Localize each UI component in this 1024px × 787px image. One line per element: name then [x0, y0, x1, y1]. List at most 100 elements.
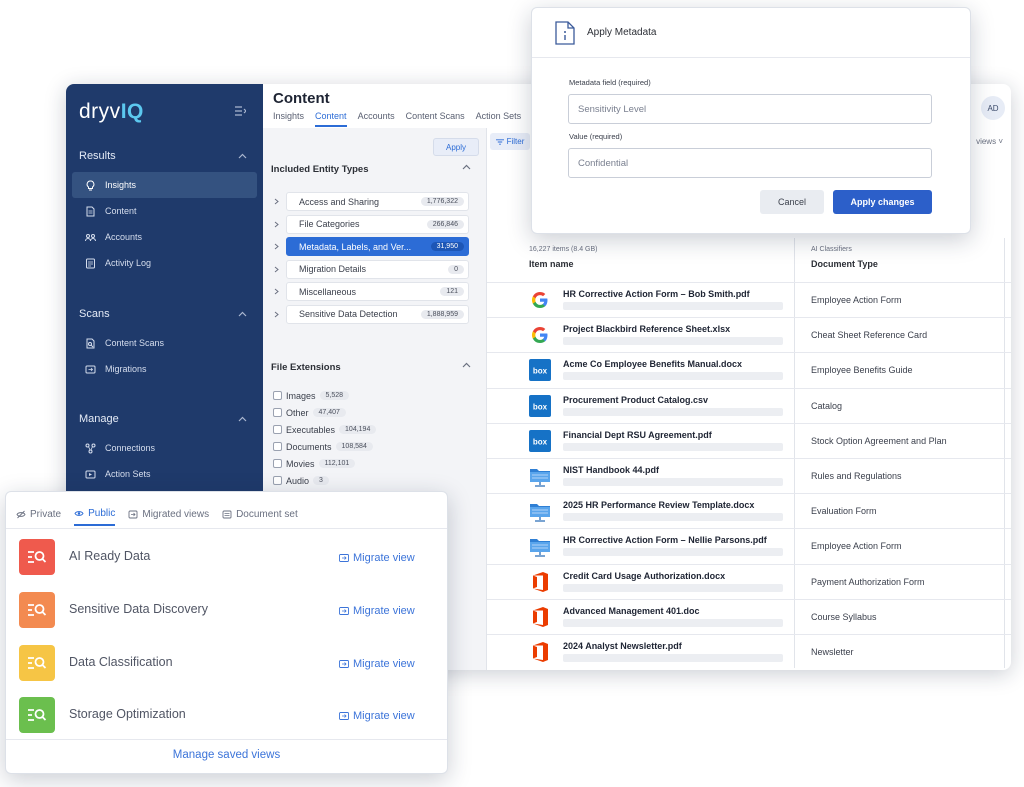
chevron-right-icon[interactable]: [273, 198, 280, 205]
apply-changes-button[interactable]: Apply changes: [833, 190, 932, 214]
chevron-right-icon[interactable]: [273, 243, 280, 250]
chevron-right-icon[interactable]: [273, 288, 280, 295]
table-row[interactable]: box Procurement Product Catalog.csv Catalo…: [487, 387, 1011, 423]
sidebar-item-activity-log[interactable]: Activity Log: [72, 250, 257, 276]
nav-section-heading[interactable]: Scans: [66, 304, 263, 324]
file-extension-row[interactable]: Documents 108,584: [273, 439, 373, 454]
migrate-view-link[interactable]: Migrate view: [339, 605, 415, 617]
checkbox[interactable]: [273, 442, 282, 451]
migrate-view-link[interactable]: Migrate view: [339, 552, 415, 564]
table-row[interactable]: box Financial Dept RSU Agreement.pdf Stock…: [487, 422, 1011, 458]
table-row[interactable]: box Acme Co Employee Benefits Manual.docx…: [487, 352, 1011, 387]
saved-view-row[interactable]: Data Classification Migrate view: [6, 645, 447, 698]
lightbulb-icon: [86, 179, 95, 190]
entity-type-pill[interactable]: Metadata, Labels, and Ver... 31,950: [286, 237, 469, 256]
migrate-view-link[interactable]: Migrate view: [339, 710, 415, 722]
file-name[interactable]: 2025 HR Performance Review Template.docx: [563, 500, 754, 510]
file-name[interactable]: NIST Handbook 44.pdf: [563, 465, 659, 475]
checkbox[interactable]: [273, 425, 282, 434]
tab-content-scans[interactable]: Content Scans: [406, 111, 465, 127]
table-row[interactable]: HR Corrective Action Form – Nellie Parso…: [487, 528, 1011, 563]
views-dropdown[interactable]: views ˅: [976, 137, 1003, 146]
entity-type-row[interactable]: Access and Sharing 1,776,322: [273, 192, 469, 211]
entity-type-row[interactable]: Migration Details 0: [273, 259, 469, 279]
file-name[interactable]: Procurement Product Catalog.csv: [563, 395, 708, 405]
document-type-column-header[interactable]: Document Type: [811, 259, 878, 269]
file-name[interactable]: Acme Co Employee Benefits Manual.docx: [563, 359, 742, 369]
saved-view-name[interactable]: Storage Optimization: [69, 707, 186, 721]
entity-type-pill[interactable]: Miscellaneous 121: [286, 282, 469, 301]
dryviq-logo[interactable]: dryvIQ: [79, 100, 144, 124]
saved-view-name[interactable]: Data Classification: [69, 655, 173, 669]
checkbox[interactable]: [273, 459, 282, 468]
chevron-right-icon[interactable]: [273, 311, 280, 318]
sidebar-item-action-sets[interactable]: Action Sets: [72, 461, 257, 487]
migrate-view-link[interactable]: Migrate view: [339, 658, 415, 670]
table-row[interactable]: HR Corrective Action Form – Bob Smith.pd…: [487, 282, 1011, 317]
entity-type-row[interactable]: File Categories 266,846: [273, 214, 469, 234]
entity-types-heading[interactable]: Included Entity Types: [271, 164, 471, 175]
file-extension-row[interactable]: Executables 104,194: [273, 422, 377, 437]
filter-button[interactable]: Filter: [490, 133, 530, 150]
file-extensions-heading[interactable]: File Extensions: [271, 362, 471, 373]
collapse-sidebar-icon[interactable]: [234, 106, 246, 116]
entity-type-pill[interactable]: File Categories 266,846: [286, 214, 469, 234]
table-row[interactable]: Credit Card Usage Authorization.docx Paym…: [487, 563, 1011, 599]
checkbox[interactable]: [273, 391, 282, 400]
value-input[interactable]: Confidential: [568, 148, 932, 178]
file-name[interactable]: 2024 Analyst Newsletter.pdf: [563, 641, 682, 651]
sidebar-item-accounts[interactable]: Accounts: [72, 224, 257, 250]
entity-type-pill[interactable]: Access and Sharing 1,776,322: [286, 192, 469, 211]
tab-action-sets[interactable]: Action Sets: [476, 111, 522, 127]
file-name[interactable]: Financial Dept RSU Agreement.pdf: [563, 430, 712, 440]
chevron-right-icon[interactable]: [273, 221, 280, 228]
tab-accounts[interactable]: Accounts: [358, 111, 395, 127]
item-name-column-header[interactable]: Item name: [529, 259, 574, 269]
tab-insights[interactable]: Insights: [273, 111, 304, 127]
cancel-button[interactable]: Cancel: [760, 190, 824, 214]
tab-document-set[interactable]: Document set: [222, 508, 298, 526]
file-name[interactable]: HR Corrective Action Form – Nellie Parso…: [563, 535, 767, 545]
checkbox[interactable]: [273, 476, 282, 485]
file-extension-row[interactable]: Images 5,528: [273, 388, 350, 403]
file-extension-row[interactable]: Movies 112,101: [273, 456, 356, 471]
entity-type-pill[interactable]: Sensitive Data Detection 1,888,959: [286, 304, 469, 324]
manage-saved-views-link[interactable]: Manage saved views: [6, 749, 447, 761]
tab-private[interactable]: Private: [16, 508, 61, 526]
tab-content[interactable]: Content: [315, 111, 347, 127]
table-row[interactable]: Advanced Management 401.doc Course Syllab…: [487, 598, 1011, 634]
entity-type-row[interactable]: Sensitive Data Detection 1,888,959: [273, 304, 469, 324]
entity-type-row[interactable]: Metadata, Labels, and Ver... 31,950: [273, 237, 469, 256]
apply-filters-button[interactable]: Apply: [433, 138, 479, 156]
file-extension-row[interactable]: Audio 3: [273, 473, 329, 488]
saved-view-row[interactable]: AI Ready Data Migrate view: [6, 539, 447, 592]
user-avatar[interactable]: AD: [981, 96, 1005, 120]
nav-section-heading[interactable]: Results: [66, 146, 263, 166]
table-row[interactable]: 2025 HR Performance Review Template.docx…: [487, 493, 1011, 528]
saved-view-row[interactable]: Sensitive Data Discovery Migrate view: [6, 592, 447, 645]
sidebar-item-content[interactable]: Content: [72, 198, 257, 224]
sidebar-item-connections[interactable]: Connections: [72, 435, 257, 461]
checkbox[interactable]: [273, 408, 282, 417]
entity-type-row[interactable]: Miscellaneous 121: [273, 282, 469, 301]
table-row[interactable]: Project Blackbird Reference Sheet.xlsx Ch…: [487, 317, 1011, 352]
entity-type-pill[interactable]: Migration Details 0: [286, 259, 469, 279]
file-extension-row[interactable]: Other 47,407: [273, 405, 346, 420]
saved-view-name[interactable]: Sensitive Data Discovery: [69, 602, 208, 616]
tab-public[interactable]: Public: [74, 508, 116, 526]
nav-section-heading[interactable]: Manage: [66, 409, 263, 429]
metadata-field-input[interactable]: Sensitivity Level: [568, 94, 932, 124]
file-name[interactable]: Credit Card Usage Authorization.docx: [563, 571, 725, 581]
saved-view-name[interactable]: AI Ready Data: [69, 549, 150, 563]
table-row[interactable]: NIST Handbook 44.pdf Rules and Regulation…: [487, 458, 1011, 493]
tab-migrated-views[interactable]: Migrated views: [128, 508, 209, 526]
chevron-right-icon[interactable]: [273, 266, 280, 273]
saved-view-row[interactable]: Storage Optimization Migrate view: [6, 697, 447, 750]
sidebar-item-migrations[interactable]: Migrations: [72, 356, 257, 382]
sidebar-item-insights[interactable]: Insights: [72, 172, 257, 198]
table-row[interactable]: 2024 Analyst Newsletter.pdf Newsletter: [487, 634, 1011, 669]
file-name[interactable]: Project Blackbird Reference Sheet.xlsx: [563, 324, 730, 334]
file-name[interactable]: Advanced Management 401.doc: [563, 606, 700, 616]
sidebar-item-content-scans[interactable]: Content Scans: [72, 330, 257, 356]
file-name[interactable]: HR Corrective Action Form – Bob Smith.pd…: [563, 289, 750, 299]
